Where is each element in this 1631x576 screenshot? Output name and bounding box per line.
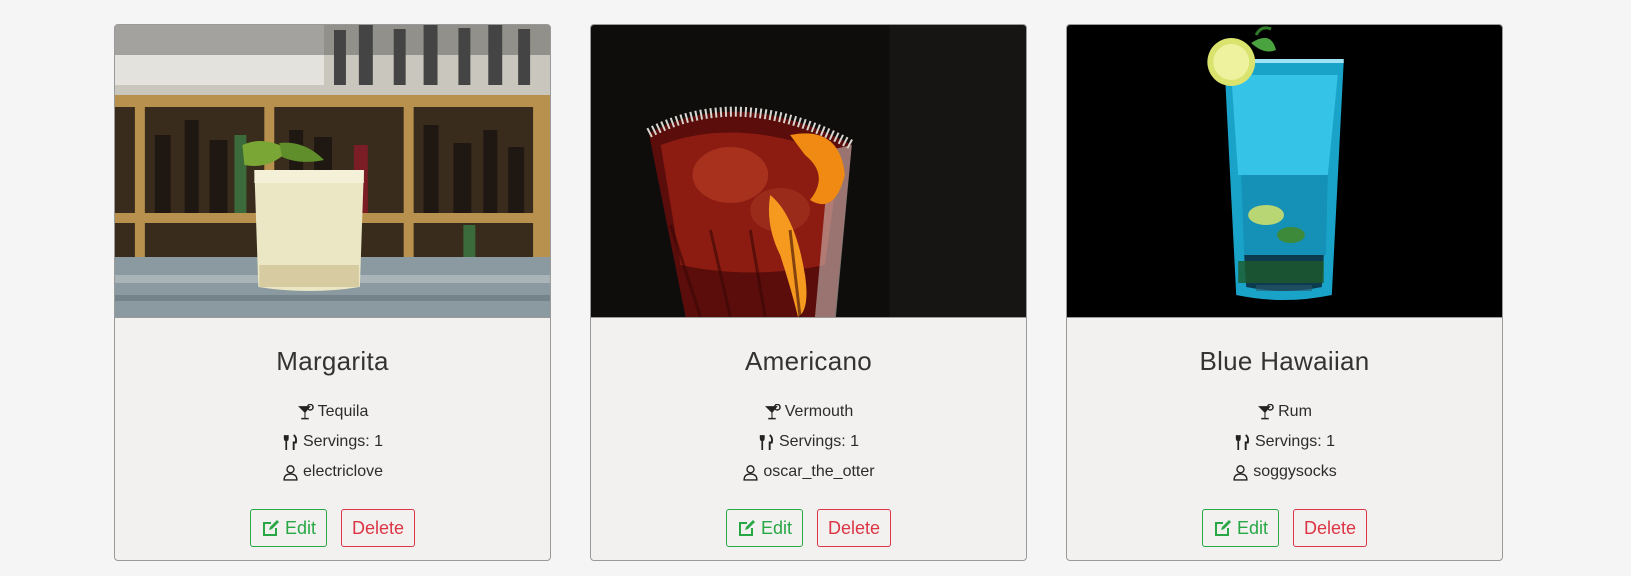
edit-icon (1214, 520, 1231, 536)
recipe-title: Americano (745, 346, 872, 376)
edit-button-label: Edit (760, 517, 792, 538)
edit-button[interactable]: Edit (725, 509, 803, 547)
recipe-spirit: Rum (1067, 397, 1502, 427)
delete-button-label: Delete (828, 517, 881, 538)
recipe-spirit-text: Rum (1278, 403, 1312, 420)
edit-button[interactable]: Edit (249, 509, 327, 547)
recipe-card: Americano Vermouth Servings: 1 oscar_the… (590, 24, 1027, 561)
edit-icon (262, 520, 279, 536)
card-actions: Edit Delete (591, 509, 1026, 547)
card-actions: Edit Delete (115, 509, 550, 547)
recipe-title: Blue Hawaiian (1199, 346, 1370, 376)
recipe-author-text: oscar_the_otter (763, 463, 875, 480)
utensils-icon (759, 433, 774, 450)
recipe-author: soggysocks (1067, 457, 1502, 487)
utensils-icon (283, 433, 298, 450)
recipe-title: Margarita (276, 346, 389, 376)
recipe-servings: Servings: 1 (591, 427, 1026, 457)
recipe-card: Margarita Tequila Servings: 1 electriclo… (114, 24, 551, 561)
recipe-author-text: electriclove (302, 463, 384, 480)
user-icon (283, 464, 298, 481)
cocktail-icon (297, 403, 314, 419)
user-icon (743, 464, 758, 481)
recipe-servings: Servings: 1 (115, 427, 550, 457)
recipe-photo (591, 25, 1026, 318)
utensils-icon (1235, 433, 1250, 450)
recipe-author-text: soggysocks (1253, 463, 1337, 480)
recipe-spirit: Vermouth (591, 397, 1026, 427)
recipe-spirit-text: Tequila (317, 403, 369, 420)
recipe-servings-text: Servings: 1 (778, 433, 860, 450)
delete-button[interactable]: Delete (341, 509, 416, 547)
recipe-servings-text: Servings: 1 (1254, 433, 1336, 450)
recipe-servings-text: Servings: 1 (302, 433, 384, 450)
recipe-photo (115, 25, 550, 318)
recipe-photo (1067, 25, 1502, 318)
recipe-spirit: Tequila (115, 397, 550, 427)
edit-button-label: Edit (1236, 517, 1268, 538)
recipe-servings: Servings: 1 (1067, 427, 1502, 457)
delete-button-label: Delete (1304, 517, 1357, 538)
edit-button-label: Edit (284, 517, 316, 538)
delete-button[interactable]: Delete (1293, 509, 1368, 547)
delete-button[interactable]: Delete (817, 509, 892, 547)
delete-button-label: Delete (352, 517, 405, 538)
recipe-card-list: Margarita Tequila Servings: 1 electriclo… (114, 24, 1503, 561)
recipe-spirit-text: Vermouth (784, 403, 854, 420)
recipe-author: electriclove (115, 457, 550, 487)
user-icon (1233, 464, 1248, 481)
card-actions: Edit Delete (1067, 509, 1502, 547)
cocktail-icon (1258, 403, 1274, 419)
edit-icon (738, 520, 755, 536)
recipe-card: Blue Hawaiian Rum Servings: 1 soggysocks… (1066, 24, 1503, 561)
cocktail-icon (764, 403, 781, 419)
recipe-author: oscar_the_otter (591, 457, 1026, 487)
edit-button[interactable]: Edit (1201, 509, 1279, 547)
